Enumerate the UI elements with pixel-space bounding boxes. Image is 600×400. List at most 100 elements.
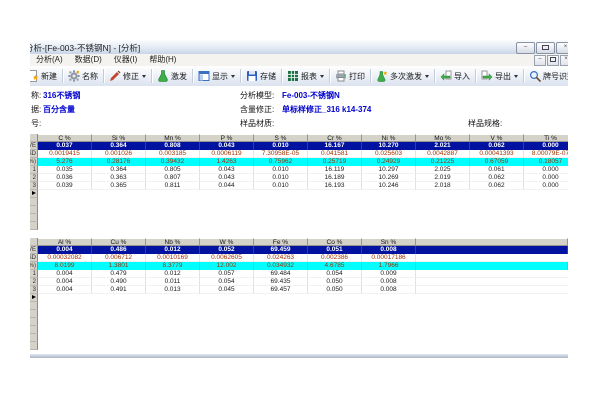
table-cell[interactable]: 0.010 (254, 142, 308, 150)
table-cell[interactable]: 0.061 (470, 166, 524, 174)
menu-item[interactable]: 帮助(H) (143, 54, 182, 66)
table-cell[interactable]: 0.050 (308, 286, 362, 294)
mdi-restore-button[interactable] (547, 55, 559, 66)
table-cell[interactable]: 0.044 (200, 182, 254, 190)
toolbar-button-new[interactable]: 新建 (30, 67, 61, 85)
table-cell[interactable]: 0.364 (92, 166, 146, 174)
row-header[interactable]: 2 (30, 174, 38, 182)
menu-item[interactable]: 仪器(I) (108, 54, 144, 66)
table-cell[interactable]: 0.0010169 (146, 254, 200, 262)
table-cell[interactable]: 12.002 (200, 262, 254, 270)
row-header[interactable]: 2 (30, 278, 38, 286)
table-cell[interactable]: 0.008 (362, 246, 416, 254)
table-cell[interactable]: 0.057 (200, 270, 254, 278)
maximize-button[interactable] (536, 42, 555, 54)
table-cell[interactable]: 0.0019415 (38, 150, 92, 158)
table-cell[interactable]: 0.365 (92, 182, 146, 190)
table-cell[interactable]: 69.484 (254, 270, 308, 278)
table-cell[interactable]: 0.004 (38, 246, 92, 254)
row-header[interactable]: 1 (30, 270, 38, 278)
table-cell[interactable]: 0.009 (362, 270, 416, 278)
table-cell[interactable]: 16.189 (308, 174, 362, 182)
table-cell[interactable]: 0.0042887 (416, 150, 470, 158)
table-cell[interactable]: 0.039 (38, 182, 92, 190)
table-cell[interactable]: 0.805 (146, 166, 200, 174)
table-cell[interactable]: 0.364 (92, 142, 146, 150)
table-cell[interactable]: 0.18057 (524, 158, 568, 166)
row-header[interactable]: 1 (30, 166, 38, 174)
row-header[interactable] (30, 222, 38, 230)
row-header[interactable] (30, 342, 38, 350)
table-cell[interactable]: 0.024263 (254, 254, 308, 262)
table-cell[interactable]: 0.051 (308, 246, 362, 254)
row-header[interactable]: 3 (30, 286, 38, 294)
table-cell[interactable]: 0.28176 (92, 158, 146, 166)
table-cell[interactable]: 8.00079E-07 (524, 150, 568, 158)
table-cell[interactable]: 10.297 (362, 166, 416, 174)
table-cell[interactable]: 0.00032082 (38, 254, 92, 262)
table-cell[interactable]: 69.435 (254, 278, 308, 286)
row-header[interactable] (30, 302, 38, 310)
toolbar-button-printer[interactable]: 打印 (331, 67, 369, 85)
table-cell[interactable]: 0.004 (38, 286, 92, 294)
table-cell[interactable]: 0.012 (146, 270, 200, 278)
toolbar-button-flask-spark[interactable]: 多次激发 (372, 67, 433, 85)
row-header[interactable]: SD (30, 150, 38, 158)
table-cell[interactable]: 0.479 (92, 270, 146, 278)
table-cell[interactable]: 0.037 (38, 142, 92, 150)
table-cell[interactable]: 0.24929 (362, 158, 416, 166)
table-cell[interactable]: 16.167 (308, 142, 362, 150)
table-cell[interactable]: 0.008 (362, 278, 416, 286)
table-cell[interactable]: 0.045 (200, 286, 254, 294)
table-cell[interactable]: 0.043 (200, 166, 254, 174)
table-cell[interactable]: 0.013 (146, 286, 200, 294)
table-cell[interactable]: 0.491 (92, 286, 146, 294)
row-header[interactable] (30, 318, 38, 326)
table-cell[interactable]: 2.019 (416, 174, 470, 182)
table-cell[interactable]: 0.00017186 (362, 254, 416, 262)
table-cell[interactable]: 0.012 (146, 246, 200, 254)
table-cell[interactable]: 0.010 (254, 166, 308, 174)
row-header[interactable] (30, 190, 38, 198)
menu-item[interactable]: 分析(A) (30, 54, 69, 66)
toolbar-button-pen[interactable]: 修正 (105, 67, 150, 85)
table-cell[interactable]: 0.010 (254, 174, 308, 182)
table-cell[interactable]: 0.00041393 (470, 150, 524, 158)
table-cell[interactable]: 0.000 (524, 166, 568, 174)
table-cell[interactable]: 0.050 (308, 278, 362, 286)
table-cell[interactable]: 0.0006119 (200, 150, 254, 158)
row-header[interactable]: SD (30, 254, 38, 262)
table-cell[interactable]: 0.035 (38, 166, 92, 174)
toolbar-button-import[interactable]: 导入 (436, 67, 474, 85)
table-cell[interactable]: 0.034932 (254, 262, 308, 270)
table-cell[interactable]: 0.000 (524, 142, 568, 150)
row-header[interactable] (30, 294, 38, 302)
table-cell[interactable]: 0.21225 (416, 158, 470, 166)
row-header[interactable]: AVE (30, 246, 38, 254)
table-cell[interactable]: 0.054 (200, 278, 254, 286)
menu-item[interactable]: 数据(D) (69, 54, 108, 66)
row-header[interactable]: AVE (30, 142, 38, 150)
table-cell[interactable]: 69.459 (254, 246, 308, 254)
table-cell[interactable]: 0.025603 (362, 150, 416, 158)
table-cell[interactable]: 7.30958E-05 (254, 150, 308, 158)
table-cell[interactable]: 2.021 (416, 142, 470, 150)
toolbar-button-flask[interactable]: 激发 (153, 67, 191, 85)
table-cell[interactable]: 2.018 (416, 182, 470, 190)
table-cell[interactable]: 0.75962 (254, 158, 308, 166)
table-cell[interactable]: 0.062 (470, 142, 524, 150)
table-cell[interactable]: 0.062 (470, 174, 524, 182)
table-cell[interactable]: 0.39432 (146, 158, 200, 166)
table-cell[interactable]: 0.010 (254, 182, 308, 190)
table-cell[interactable]: 0.25719 (308, 158, 362, 166)
table-cell[interactable]: 0.062 (470, 182, 524, 190)
table-cell[interactable]: 0.811 (146, 182, 200, 190)
row-header[interactable] (30, 326, 38, 334)
table-cell[interactable]: 0.043 (200, 174, 254, 182)
toolbar-button-gear[interactable]: 名称 (64, 67, 102, 85)
table-cell[interactable]: 10.269 (362, 174, 416, 182)
table-cell[interactable]: 16.193 (308, 182, 362, 190)
table-cell[interactable]: 0.808 (146, 142, 200, 150)
toolbar-button-window[interactable]: 显示 (194, 67, 239, 85)
row-header[interactable] (30, 310, 38, 318)
